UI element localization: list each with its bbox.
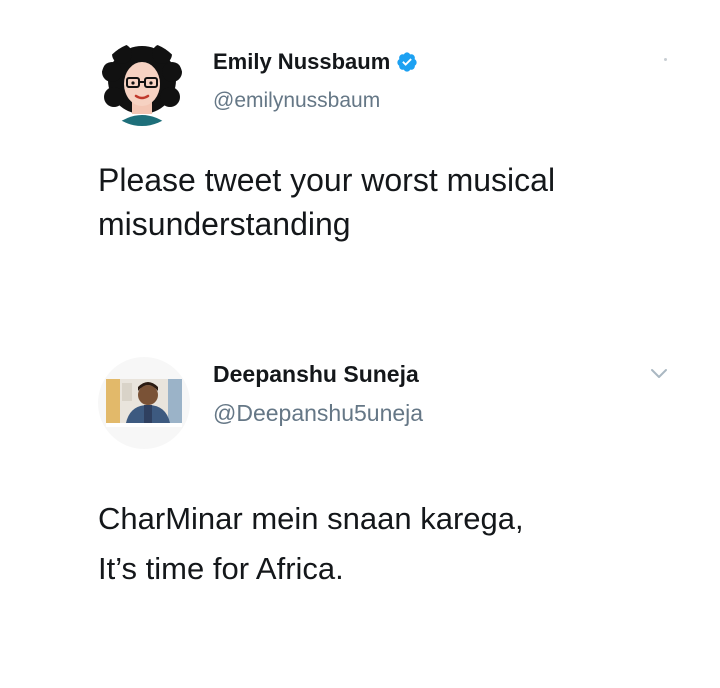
author-row: Emily Nussbaum: [213, 48, 418, 76]
tweet-text-line: CharMinar mein snaan karega,: [98, 501, 524, 536]
author-row: Deepanshu Suneja: [213, 360, 419, 388]
chevron-down-icon[interactable]: [650, 366, 668, 380]
avatar-photo-icon: [98, 357, 190, 449]
display-name[interactable]: Emily Nussbaum: [213, 48, 390, 76]
more-dot-icon[interactable]: [664, 58, 670, 64]
avatar-emily[interactable]: [100, 42, 184, 126]
verified-badge-icon: [396, 51, 418, 73]
display-name[interactable]: Deepanshu Suneja: [213, 360, 419, 388]
tweet-text-line: misunderstanding: [98, 206, 351, 242]
tweet-text-line: It’s time for Africa.: [98, 551, 344, 586]
tweet-text: Please tweet your worst musical misunder…: [98, 158, 678, 246]
tweet-text-line: Please tweet your worst musical: [98, 162, 556, 198]
tweet-text: CharMinar mein snaan karega, It’s time f…: [98, 494, 678, 594]
handle[interactable]: @Deepanshu5uneja: [213, 400, 423, 426]
avatar-deepanshu[interactable]: [98, 357, 190, 449]
avatar-illustration-icon: [100, 42, 184, 126]
handle[interactable]: @emilynussbaum: [213, 88, 380, 114]
